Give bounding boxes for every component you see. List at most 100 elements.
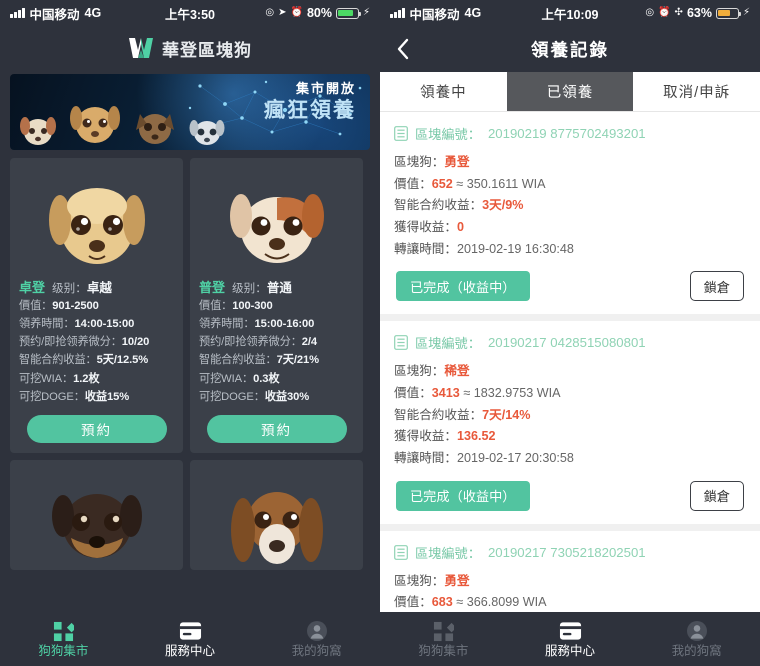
record-dog: 區塊狗：稀登 bbox=[394, 364, 470, 379]
dog-attr-adopt-time: 領养時間：15:00-16:00 bbox=[199, 318, 315, 331]
list-icon bbox=[394, 335, 408, 351]
record-item[interactable]: 區塊編號： 20190217 0428515080801 區塊狗：稀登 價值：3… bbox=[380, 321, 760, 531]
record-item[interactable]: 區塊編號： 20190219 8775702493201 區塊狗：勇登 價值：6… bbox=[380, 112, 760, 322]
list-icon bbox=[394, 126, 408, 141]
tab-adopting[interactable]: 領養中 bbox=[380, 72, 507, 111]
network-label: 4G bbox=[464, 6, 482, 20]
dog-attr-points: 预约/即抢领养微分：10/20 bbox=[19, 336, 150, 349]
record-block-label: 區塊編號： bbox=[415, 336, 481, 352]
tab-cancel-appeal[interactable]: 取消/申訴 bbox=[633, 72, 760, 111]
dog-image-basset bbox=[190, 466, 363, 568]
wia-logo-icon bbox=[128, 37, 154, 59]
record-block-label: 區塊編號： bbox=[415, 127, 481, 142]
dog-attr-doge: 可挖DOGE：收益15% bbox=[19, 390, 130, 403]
record-header: 區塊編號： 20190217 7305218202501 bbox=[394, 543, 746, 562]
network-label: 4G bbox=[84, 6, 102, 20]
dog-grade-label: 级别：卓越 bbox=[52, 281, 112, 295]
record-yield: 智能合約收益：3天/9% bbox=[394, 198, 524, 213]
record-header: 區塊編號： 20190217 0428515080801 bbox=[394, 333, 746, 352]
dog-grade-name: 卓登 bbox=[19, 280, 46, 295]
record-header: 區塊編號： 20190219 8775702493201 bbox=[394, 124, 746, 143]
dog-attr-points: 预约/即抢领养微分：2/4 bbox=[199, 336, 318, 349]
app-header: 華登區塊狗 bbox=[0, 26, 380, 70]
dog-card[interactable] bbox=[10, 459, 183, 570]
record-actions: 已完成（收益中） 鎖倉 bbox=[394, 260, 746, 314]
dog-card-body: 普登 级别：普通 價值：100-300 領养時間：15:00-16:00 预约/… bbox=[190, 272, 363, 406]
dog-card[interactable]: 普登 级别：普通 價值：100-300 領养時間：15:00-16:00 预约/… bbox=[190, 158, 363, 453]
nav-bar: 領養記錄 bbox=[380, 26, 760, 72]
tab-label: 服務中心 bbox=[165, 644, 216, 659]
grid-icon bbox=[433, 620, 454, 642]
tab-dog-market[interactable]: 狗狗集市 bbox=[380, 620, 507, 658]
tab-label: 狗狗集市 bbox=[418, 644, 469, 659]
person-icon bbox=[306, 620, 328, 642]
dog-card[interactable]: 卓登 级别：卓越 價值：901-2500 領养時間：14:00-15:00 预约… bbox=[10, 158, 183, 453]
dog-attr-wia: 可挖WIA：1.2枚 bbox=[19, 372, 100, 385]
grid-icon bbox=[53, 620, 74, 642]
status-bar: 中国移动 4G 上午3:50 ◎ ➤ ⏰ 80% ⚡ bbox=[0, 0, 380, 26]
record-dog: 區塊狗：勇登 bbox=[394, 155, 470, 169]
tab-label: 我的狗窩 bbox=[671, 644, 722, 659]
carrier-label: 中国移动 bbox=[29, 7, 80, 22]
dog-card[interactable] bbox=[190, 459, 363, 570]
card-icon bbox=[179, 620, 202, 642]
battery-percent-label: 80% bbox=[306, 6, 332, 20]
dog-grade-row: 卓登 级别：卓越 bbox=[19, 277, 174, 296]
banner-text: 集市開放 瘋狂領養 bbox=[264, 81, 356, 122]
promo-banner[interactable]: 集市開放 瘋狂領養 bbox=[10, 74, 370, 150]
bottom-tab-bar: 狗狗集市 服務中心 我的狗窩 bbox=[0, 612, 380, 666]
bottom-tab-bar: 狗狗集市 服務中心 我的狗窩 bbox=[380, 612, 760, 666]
tab-label: 服務中心 bbox=[545, 644, 596, 659]
dog-attr-adopt-time: 領养時間：14:00-15:00 bbox=[19, 318, 135, 331]
dog-grade-label: 级别：普通 bbox=[232, 281, 292, 295]
record-gain: 獲得收益：0 bbox=[394, 219, 464, 234]
book-button[interactable]: 預約 bbox=[26, 414, 167, 443]
dog-attr-yield: 智能合約收益：5天/12.5% bbox=[19, 354, 149, 367]
lock-position-button[interactable]: 鎖倉 bbox=[689, 271, 744, 302]
tab-dog-market[interactable]: 狗狗集市 bbox=[0, 620, 127, 658]
charging-bolt-icon: ⚡ bbox=[742, 7, 750, 18]
navigation-arrow-icon: ➤ bbox=[278, 7, 287, 18]
segment-tabs: 領養中 已領養 取消/申訴 bbox=[380, 72, 760, 112]
record-value: 價值：652 ≈ 350.1611 WIA bbox=[394, 176, 546, 191]
dog-attr-value: 價值：901-2500 bbox=[19, 300, 99, 312]
dog-attr-wia: 可挖WIA：0.3枚 bbox=[199, 372, 280, 385]
record-time: 轉讓時間：2019-02-17 20:30:58 bbox=[394, 450, 574, 465]
tab-adopted[interactable]: 已領養 bbox=[506, 72, 634, 111]
banner-line-2: 瘋狂領養 bbox=[264, 98, 356, 122]
record-value: 價值：683 ≈ 366.8099 WIA bbox=[394, 595, 547, 610]
record-block-label: 區塊編號： bbox=[415, 545, 481, 561]
status-done-button[interactable]: 已完成（收益中） bbox=[396, 271, 530, 302]
book-button[interactable]: 預約 bbox=[206, 414, 347, 443]
status-bar-right: ◎ ⏰ ✣ 63% ⚡ bbox=[645, 6, 750, 20]
dual-screenshot: 中国移动 4G 上午3:50 ◎ ➤ ⏰ 80% ⚡ 華登區塊狗 集市開放 瘋狂… bbox=[0, 0, 760, 666]
person-icon bbox=[686, 620, 708, 642]
location-circle-icon: ◎ bbox=[645, 7, 655, 18]
location-circle-icon: ◎ bbox=[265, 7, 275, 18]
status-bar: 中国移动 4G 上午10:09 ◎ ⏰ ✣ 63% ⚡ bbox=[380, 0, 760, 26]
record-yield: 智能合約收益：7天/14% bbox=[394, 407, 531, 422]
status-done-button[interactable]: 已完成（收益中） bbox=[396, 480, 530, 511]
tab-label: 狗狗集市 bbox=[38, 644, 89, 659]
record-block-number: 20190217 0428515080801 bbox=[487, 335, 646, 351]
adoption-record-list[interactable]: 區塊編號： 20190219 8775702493201 區塊狗：勇登 價值：6… bbox=[380, 112, 760, 638]
dog-attr-value: 價值：100-300 bbox=[199, 300, 273, 312]
tab-service-center[interactable]: 服務中心 bbox=[127, 620, 254, 658]
battery-icon bbox=[715, 7, 742, 19]
record-value: 價值：3413 ≈ 1832.9753 WIA bbox=[394, 385, 561, 400]
alarm-icon: ⏰ bbox=[290, 7, 303, 18]
dog-attr-yield: 智能合約收益：7天/21% bbox=[199, 354, 319, 367]
battery-icon bbox=[335, 7, 362, 19]
dog-card-body: 卓登 级别：卓越 價值：901-2500 領养時間：14:00-15:00 预约… bbox=[10, 272, 183, 406]
lock-position-button[interactable]: 鎖倉 bbox=[689, 480, 744, 511]
app-title: 華登區塊狗 bbox=[162, 40, 252, 60]
status-bar-right: ◎ ➤ ⏰ 80% ⚡ bbox=[265, 6, 370, 20]
tab-service-center[interactable]: 服務中心 bbox=[507, 620, 634, 658]
tab-my-kennel[interactable]: 我的狗窩 bbox=[253, 620, 380, 658]
dog-image-pudeng bbox=[190, 164, 363, 272]
right-phone-screen: 中国移动 4G 上午10:09 ◎ ⏰ ✣ 63% ⚡ 領養記錄 領養中 已領養… bbox=[380, 0, 760, 666]
record-gain: 獲得收益：136.52 bbox=[394, 429, 496, 444]
dog-grade-row: 普登 级别：普通 bbox=[199, 277, 354, 296]
record-time: 轉讓時間：2019-02-19 16:30:48 bbox=[394, 241, 574, 256]
tab-my-kennel[interactable]: 我的狗窩 bbox=[633, 620, 760, 658]
